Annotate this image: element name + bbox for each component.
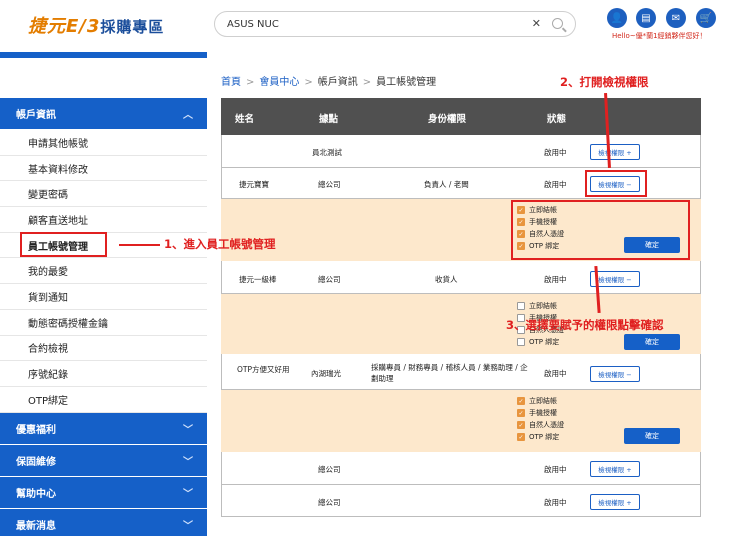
breadcrumb-member[interactable]: 會員中心 — [259, 77, 299, 88]
perm-checkout-checkbox[interactable]: ✓ 立即結帳 — [517, 396, 557, 406]
cart-icon[interactable]: 🛒 — [696, 8, 716, 28]
col-status: 狀態 — [547, 114, 567, 125]
col-name: 姓名 — [235, 114, 255, 125]
coupon-icon[interactable]: ✉ — [666, 8, 686, 28]
annotation-step3: 3、選擇要賦予的權限點擊確認 — [506, 318, 664, 332]
sidebar-item-favorites[interactable]: 我的最愛 — [0, 258, 207, 285]
confirm-button[interactable]: 確定 — [624, 428, 680, 444]
chevron-down-icon: ﹀ — [183, 520, 193, 532]
search-box[interactable]: ✕ — [214, 11, 576, 37]
sidebar-item-otp-key[interactable]: 動態密碼授權金鑰 — [0, 310, 207, 336]
chevron-up-icon: ︿ — [183, 110, 193, 121]
sidebar-item-address[interactable]: 顧客直送地址 — [0, 207, 207, 233]
view-permission-button[interactable]: 檢視權限 + — [590, 461, 640, 477]
view-permission-button[interactable]: 檢視權限 + — [590, 144, 640, 160]
breadcrumb-home[interactable]: 首頁 — [221, 77, 241, 88]
sidebar-item-contract[interactable]: 合約檢視 — [0, 336, 207, 362]
sidebar-top-bar — [0, 52, 207, 58]
confirm-button[interactable]: 確定 — [624, 334, 680, 350]
breadcrumb: 首頁 > 會員中心 > 帳戶資訊 > 員工帳號管理 — [221, 77, 437, 88]
user-icon[interactable]: 👤 — [607, 8, 627, 28]
perm-mobile-checkbox[interactable]: ✓ 手機授權 — [517, 408, 557, 418]
clear-icon[interactable]: ✕ — [532, 17, 541, 30]
table-row: 員北測試 啟用中 檢視權限 + — [221, 135, 701, 168]
chevron-down-icon: ﹀ — [183, 424, 193, 436]
sidebar-item-password[interactable]: 變更密碼 — [0, 181, 207, 208]
search-input[interactable] — [227, 18, 517, 30]
sidebar: 帳戶資訊 ︿ 申請其他帳號 基本資料修改 變更密碼 顧客直送地址 員工帳號管理 我… — [0, 98, 207, 536]
table-header: 姓名 據點 身份權限 狀態 — [221, 98, 701, 135]
perm-checkout-checkbox[interactable]: 立即結帳 — [517, 301, 557, 311]
perm-cert-checkbox[interactable]: ✓ 自然人憑證 — [517, 420, 564, 430]
chevron-down-icon: ﹀ — [183, 488, 193, 500]
col-site: 據點 — [319, 114, 339, 125]
annotation-step2: 2、打開檢視權限 — [560, 75, 649, 89]
table-row: 捷元一級棒 總公司 收貨人 啟用中 檢視權限 − — [221, 261, 701, 294]
sidebar-item-notify[interactable]: 貨到通知 — [0, 284, 207, 310]
view-permission-button[interactable]: 檢視權限 − — [590, 366, 640, 382]
col-role: 身份權限 — [428, 114, 467, 125]
view-permission-button[interactable]: 檢視權限 + — [590, 494, 640, 510]
greeting-text: Hello~優*蘭1經銷夥伴您好！ — [612, 32, 707, 40]
chevron-down-icon: ﹀ — [183, 456, 193, 468]
annotation-line — [119, 244, 160, 246]
perm-otp-checkbox[interactable]: ✓ OTP 綁定 — [517, 432, 559, 442]
permission-panel: ✓ 立即結帳 ✓ 手機授權 ✓ 自然人憑證 ✓ OTP 綁定 確定 — [221, 390, 701, 452]
breadcrumb-current: 員工帳號管理 — [376, 77, 437, 88]
table-row: 總公司 啟用中 檢視權限 + — [221, 452, 701, 485]
sidebar-section-help[interactable]: 幫助中心 ﹀ — [0, 476, 207, 509]
sidebar-item-serial[interactable]: 序號紀錄 — [0, 361, 207, 387]
table-row: OTP方便又好用 內湖瑞光 採購專員 / 財務專員 / 稽核人員 / 業務助理 … — [221, 354, 701, 390]
highlight-employee-menu — [20, 232, 107, 257]
sidebar-item-apply[interactable]: 申請其他帳號 — [0, 130, 207, 156]
sidebar-item-otp-bind[interactable]: OTP綁定 — [0, 387, 207, 413]
table-row: 總公司 啟用中 檢視權限 + — [221, 485, 701, 517]
search-icon[interactable] — [552, 18, 563, 29]
sidebar-section-benefits[interactable]: 優惠福利 ﹀ — [0, 412, 207, 445]
perm-otp-checkbox[interactable]: OTP 綁定 — [517, 337, 559, 347]
sidebar-section-account[interactable]: 帳戶資訊 ︿ — [0, 98, 207, 130]
brand-logo[interactable]: 捷元E/3採購專區 — [28, 12, 164, 38]
breadcrumb-account[interactable]: 帳戶資訊 — [318, 77, 358, 88]
sidebar-section-warranty[interactable]: 保固維修 ﹀ — [0, 444, 207, 477]
sidebar-item-profile[interactable]: 基本資料修改 — [0, 156, 207, 182]
highlight-permissions — [511, 200, 690, 260]
sidebar-section-news[interactable]: 最新消息 ﹀ — [0, 508, 207, 536]
annotation-step1: 1、進入員工帳號管理 — [164, 237, 276, 251]
orders-icon[interactable]: ▤ — [636, 8, 656, 28]
highlight-view-button — [585, 170, 647, 197]
